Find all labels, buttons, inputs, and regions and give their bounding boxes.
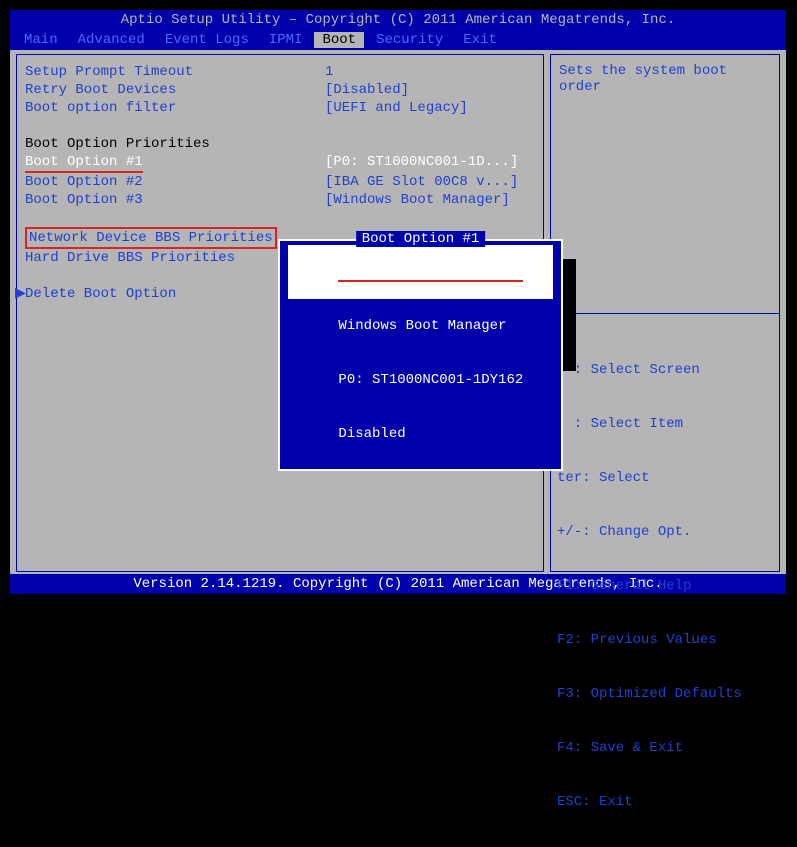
menu-ipmi[interactable]: IPMI bbox=[261, 32, 311, 48]
menu-exit[interactable]: Exit bbox=[455, 32, 505, 48]
label: Setup Prompt Timeout bbox=[25, 63, 325, 81]
value: [IBA GE Slot 00C8 v...] bbox=[325, 173, 518, 191]
popup-title: Boot Option #1 bbox=[356, 231, 486, 247]
help-description: Sets the system boot order bbox=[559, 63, 771, 95]
help-line: : Select Item bbox=[557, 415, 773, 433]
box-annotation: Network Device BBS Priorities bbox=[25, 227, 277, 249]
row-boot-option-1[interactable]: Boot Option #1 [P0: ST1000NC001-1D...] bbox=[25, 153, 535, 173]
value: [Disabled] bbox=[325, 81, 409, 99]
help-divider bbox=[551, 313, 779, 314]
help-line: F1: General Help bbox=[557, 577, 773, 595]
popup-option-label: Windows Boot Manager bbox=[338, 318, 506, 334]
boot-option-priorities-heading: Boot Option Priorities bbox=[25, 135, 535, 153]
popup-option-p0-st1000[interactable]: P0: ST1000NC001-1DY162 bbox=[288, 353, 553, 407]
popup-option-windows-boot-manager[interactable]: Windows Boot Manager bbox=[288, 299, 553, 353]
value: [P0: ST1000NC001-1D...] bbox=[325, 153, 518, 173]
blank-row bbox=[25, 117, 535, 135]
label: Boot Option #2 bbox=[25, 173, 325, 191]
value: 1 bbox=[325, 63, 333, 81]
title-text: Aptio Setup Utility – Copyright (C) 2011… bbox=[121, 12, 676, 28]
row-boot-option-filter[interactable]: Boot option filter [UEFI and Legacy] bbox=[25, 99, 535, 117]
label: Boot option filter bbox=[25, 99, 325, 117]
popup-option-label: IBA GE Slot 00C8 v1381 bbox=[338, 264, 523, 282]
popup-option-iba-ge[interactable]: IBA GE Slot 00C8 v1381 bbox=[288, 245, 553, 299]
help-panel: Sets the system boot order : Select Scre… bbox=[550, 54, 780, 572]
title-bar: Aptio Setup Utility – Copyright (C) 2011… bbox=[10, 10, 786, 30]
row-boot-option-2[interactable]: Boot Option #2 [IBA GE Slot 00C8 v...] bbox=[25, 173, 535, 191]
menu-advanced[interactable]: Advanced bbox=[70, 32, 153, 48]
label: Boot Option #1 bbox=[25, 153, 325, 173]
help-line: +/-: Change Opt. bbox=[557, 523, 773, 541]
menu-security[interactable]: Security bbox=[368, 32, 451, 48]
value: [UEFI and Legacy] bbox=[325, 99, 468, 117]
help-line: : Select Screen bbox=[557, 361, 773, 379]
row-setup-prompt-timeout[interactable]: Setup Prompt Timeout 1 bbox=[25, 63, 535, 81]
popup-option-disabled[interactable]: Disabled bbox=[288, 407, 553, 461]
menu-bar: Main Advanced Event Logs IPMI Boot Secur… bbox=[10, 30, 786, 50]
label: Boot Option Priorities bbox=[25, 135, 325, 153]
menu-event-logs[interactable]: Event Logs bbox=[157, 32, 257, 48]
menu-main[interactable]: Main bbox=[16, 32, 66, 48]
row-retry-boot-devices[interactable]: Retry Boot Devices [Disabled] bbox=[25, 81, 535, 99]
help-line: ESC: Exit bbox=[557, 793, 773, 811]
label: Retry Boot Devices bbox=[25, 81, 325, 99]
submenu-arrow-icon: ▶ bbox=[15, 285, 26, 303]
help-line: ter: Select bbox=[557, 469, 773, 487]
popup-option-label: Disabled bbox=[338, 426, 405, 442]
blank-row bbox=[25, 209, 535, 227]
boot-option-popup: Boot Option #1 IBA GE Slot 00C8 v1381 Wi… bbox=[278, 239, 563, 471]
help-line: F3: Optimized Defaults bbox=[557, 685, 773, 703]
bios-window: Aptio Setup Utility – Copyright (C) 2011… bbox=[8, 8, 788, 590]
help-keys: : Select Screen : Select Item ter: Selec… bbox=[557, 321, 773, 847]
row-boot-option-3[interactable]: Boot Option #3 [Windows Boot Manager] bbox=[25, 191, 535, 209]
underline-annotation: Boot Option #1 bbox=[25, 153, 143, 173]
value: [Windows Boot Manager] bbox=[325, 191, 510, 209]
menu-boot[interactable]: Boot bbox=[314, 32, 364, 48]
help-line: F4: Save & Exit bbox=[557, 739, 773, 757]
label: Boot Option #3 bbox=[25, 191, 325, 209]
help-line: F2: Previous Values bbox=[557, 631, 773, 649]
popup-option-label: P0: ST1000NC001-1DY162 bbox=[338, 372, 523, 388]
